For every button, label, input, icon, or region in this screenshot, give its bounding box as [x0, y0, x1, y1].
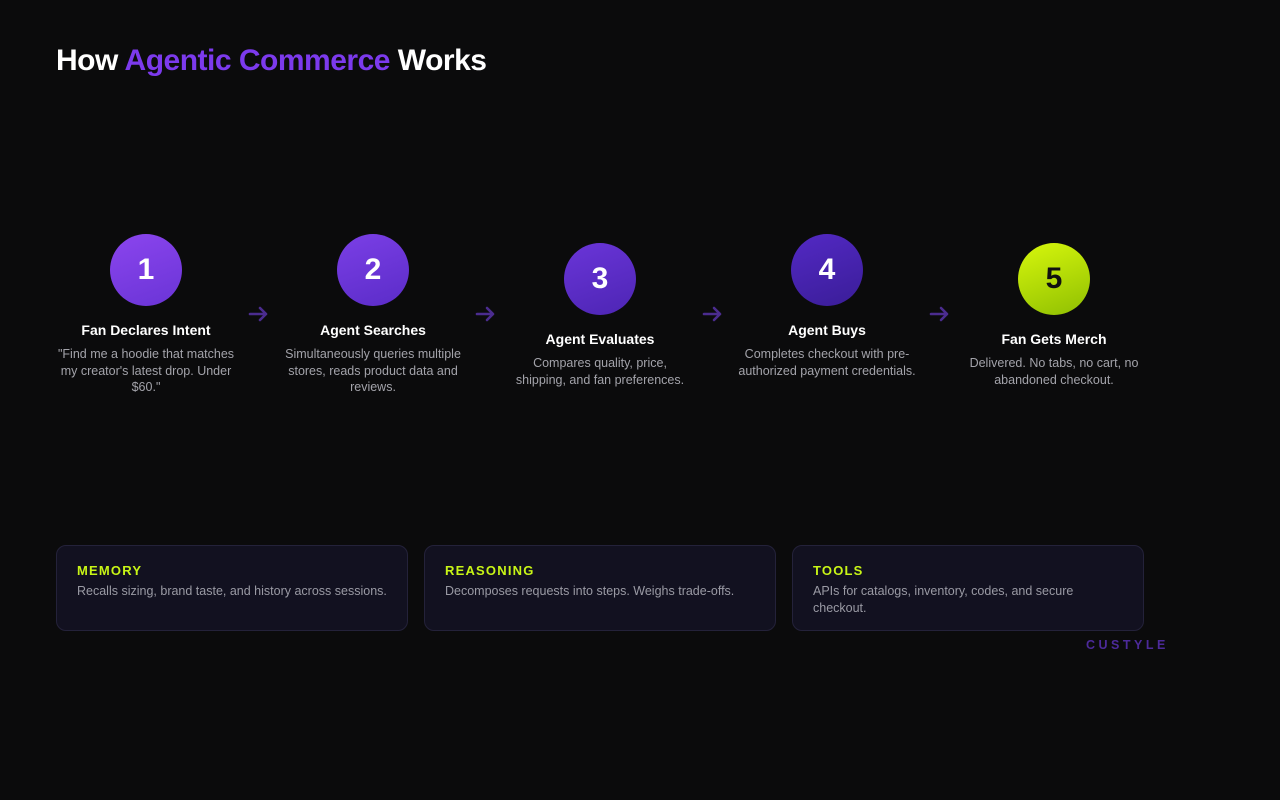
arrow-right-icon — [474, 302, 498, 326]
step-number-badge: 3 — [564, 243, 636, 315]
step-description: Delivered. No tabs, no cart, no abandone… — [969, 356, 1139, 387]
brand-wordmark: CUSTYLE — [1086, 638, 1169, 652]
step-description: "Find me a hoodie that matches my creato… — [57, 347, 235, 394]
slide: How Agentic Commerce Works 1 Fan Declare… — [0, 0, 1280, 800]
step-title: Agent Evaluates — [545, 331, 655, 347]
card-memory: MEMORY Recalls sizing, brand taste, and … — [56, 545, 408, 631]
card-label: REASONING — [445, 563, 535, 578]
step-description: Compares quality, price, shipping, and f… — [515, 356, 685, 387]
step-description: Simultaneously queries multiple stores, … — [285, 347, 461, 394]
process-steps: 1 Fan Declares Intent "Find me a hoodie … — [56, 234, 1144, 404]
card-text: APIs for catalogs, inventory, codes, and… — [813, 584, 1074, 615]
step-1: 1 Fan Declares Intent "Find me a hoodie … — [56, 234, 236, 396]
card-tools: TOOLS APIs for catalogs, inventory, code… — [792, 545, 1144, 631]
step-3: 3 Agent Evaluates Compares quality, pric… — [510, 243, 690, 388]
arrow-right-icon — [928, 302, 952, 326]
step-title: Agent Searches — [320, 322, 426, 338]
step-number-badge: 4 — [791, 234, 863, 306]
step-2: 2 Agent Searches Simultaneously queries … — [283, 234, 463, 396]
step-title: Agent Buys — [788, 322, 866, 338]
card-reasoning: REASONING Decomposes requests into steps… — [424, 545, 776, 631]
page-title: How Agentic Commerce Works — [56, 44, 487, 78]
step-number-badge: 1 — [110, 234, 182, 306]
step-title: Fan Declares Intent — [81, 322, 211, 338]
card-label: MEMORY — [77, 563, 143, 578]
card-text: Recalls sizing, brand taste, and history… — [77, 584, 387, 598]
card-label: TOOLS — [813, 563, 864, 578]
arrow-right-icon — [701, 302, 725, 326]
step-5: 5 Fan Gets Merch Delivered. No tabs, no … — [964, 243, 1144, 388]
step-number-badge: 5 — [1018, 243, 1090, 315]
card-text: Decomposes requests into steps. Weighs t… — [445, 584, 735, 598]
title-accent: Agentic Commerce — [124, 44, 391, 77]
title-suffix: Works — [389, 44, 487, 77]
step-description: Completes checkout with pre-authorized p… — [738, 347, 916, 378]
step-number-badge: 2 — [337, 234, 409, 306]
title-prefix: How — [56, 44, 125, 77]
step-title: Fan Gets Merch — [1001, 331, 1107, 347]
arrow-right-icon — [247, 302, 271, 326]
step-4: 4 Agent Buys Completes checkout with pre… — [737, 234, 917, 379]
